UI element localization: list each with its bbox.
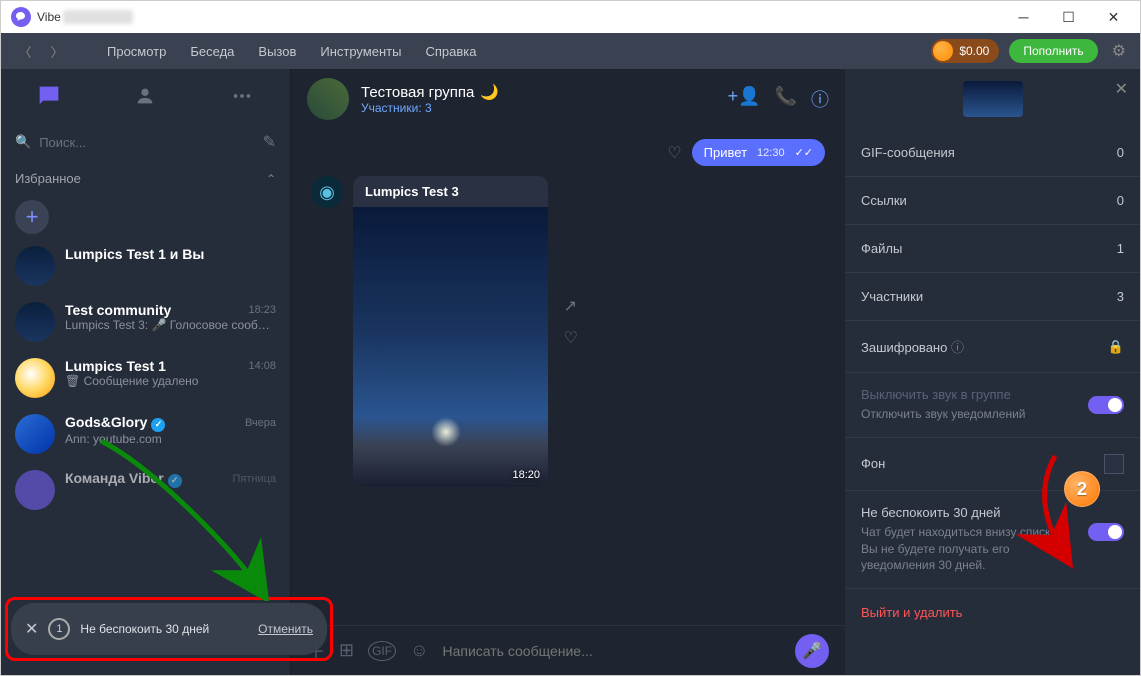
mute-toggle[interactable] (1088, 396, 1124, 414)
dnd-toggle[interactable] (1088, 523, 1124, 541)
call-icon[interactable]: 📞 (775, 86, 797, 112)
like-icon[interactable]: ♡ (667, 143, 681, 163)
menu-call[interactable]: Вызов (248, 40, 306, 63)
window-title: Vibe (37, 10, 61, 24)
tab-more[interactable] (222, 76, 262, 116)
chat-area: Тестовая группа🌙 Участники: 3 +👤 📞 ⓘ ♡ П… (291, 69, 845, 675)
topup-button[interactable]: Пополнить (1009, 39, 1097, 63)
sender-avatar[interactable]: ◉ (311, 176, 343, 208)
panel-encrypted[interactable]: Зашифровано ⓘ🔒 (845, 321, 1140, 373)
app-icon (11, 7, 31, 27)
search-icon: 🔍 (15, 134, 31, 150)
chevron-up-icon: ⌃ (266, 172, 276, 186)
info-icon: ⓘ (951, 340, 964, 355)
coin-icon (933, 41, 953, 61)
toast-text: Не беспокоить 30 дней (80, 622, 248, 636)
forward-icon[interactable]: ↗ (564, 296, 578, 316)
menu-help[interactable]: Справка (415, 40, 486, 63)
chat-item[interactable]: Test community18:23 Lumpics Test 3: 🎤 Го… (1, 294, 290, 350)
tab-contacts[interactable] (125, 76, 165, 116)
balance-pill[interactable]: $0.00 (931, 39, 999, 63)
avatar (15, 302, 55, 342)
sidebar: 🔍 Поиск... ✎ Избранное ⌃ + Lumpics Test … (1, 69, 291, 675)
panel-links[interactable]: Ссылки0 (845, 177, 1140, 225)
info-panel: ✕ GIF-сообщения0 Ссылки0 Файлы1 Участник… (845, 69, 1140, 675)
preview-image (963, 81, 1023, 117)
chat-item[interactable]: Gods&Glory✓Вчера Ann: youtube.com (1, 406, 290, 462)
input-bar: ＋ ⊞ GIF ☺ 🎤 (291, 625, 845, 675)
nav-forward[interactable]: 〉 (43, 39, 71, 63)
group-avatar[interactable] (307, 78, 349, 120)
add-favorite-button[interactable]: + (15, 200, 49, 234)
avatar (15, 358, 55, 398)
maximize-button[interactable]: ☐ (1046, 2, 1091, 32)
members-link[interactable]: Участники: 3 (361, 101, 716, 115)
nav-back[interactable]: 〈 (11, 39, 39, 63)
panel-dnd: Не беспокоить 30 дней Чат будет находить… (845, 491, 1140, 589)
panel-members[interactable]: Участники3 (845, 273, 1140, 321)
message-input[interactable] (442, 643, 781, 659)
menubar: 〈 〉 Просмотр Беседа Вызов Инструменты Сп… (1, 33, 1140, 69)
titlebar: Vibe ─ ☐ ✕ (1, 1, 1140, 33)
settings-icon[interactable]: ⚙ (1108, 37, 1130, 65)
exit-delete[interactable]: Выйти и удалить (845, 589, 1140, 636)
toast-close[interactable]: ✕ (25, 619, 38, 639)
chat-item[interactable]: Команда Viber✓Пятница (1, 462, 290, 518)
like-icon[interactable]: ♡ (564, 328, 578, 348)
chat-item[interactable]: Lumpics Test 1 и Вы (1, 238, 290, 294)
message-bubble[interactable]: Привет 12:30 ✓✓ (692, 139, 825, 166)
image-attachment[interactable]: Lumpics Test 3 18:20 (353, 176, 548, 487)
bg-swatch[interactable] (1104, 454, 1124, 474)
emoji-icon[interactable]: ☺ (410, 640, 428, 661)
panel-mute: Выключить звук в группе Отключить звук у… (845, 373, 1140, 438)
info-icon[interactable]: ⓘ (811, 86, 829, 112)
lock-icon: 🔒 (1108, 339, 1124, 355)
toast-count: 1 (48, 618, 70, 640)
verified-icon: ✓ (151, 418, 165, 432)
search-placeholder: Поиск... (39, 135, 86, 150)
search-input[interactable]: 🔍 Поиск... (15, 134, 263, 150)
moon-icon: 🌙 (480, 83, 499, 101)
mic-button[interactable]: 🎤 (795, 634, 829, 668)
panel-gif[interactable]: GIF-сообщения0 (845, 129, 1140, 177)
toast-notification: ✕ 1 Не беспокоить 30 дней Отменить (9, 601, 329, 657)
add-member-icon[interactable]: +👤 (728, 86, 761, 112)
avatar (15, 470, 55, 510)
toast-undo[interactable]: Отменить (258, 622, 313, 636)
balance-amount: $0.00 (959, 44, 989, 58)
read-icon: ✓✓ (795, 146, 813, 159)
panel-files[interactable]: Файлы1 (845, 225, 1140, 273)
compose-icon[interactable]: ✎ (263, 132, 276, 152)
gif-icon[interactable]: GIF (368, 641, 396, 661)
chat-item[interactable]: Lumpics Test 114:08 🗑 Сообщение удалено (1, 350, 290, 406)
tab-chats[interactable] (29, 76, 69, 116)
media-icon[interactable]: ⊞ (339, 640, 354, 661)
menu-view[interactable]: Просмотр (97, 40, 176, 63)
annotation-marker: 2 (1064, 471, 1100, 507)
blurred-text (63, 10, 133, 24)
verified-icon: ✓ (168, 474, 182, 488)
minimize-button[interactable]: ─ (1001, 2, 1046, 32)
avatar (15, 246, 55, 286)
menu-tools[interactable]: Инструменты (310, 40, 411, 63)
panel-close[interactable]: ✕ (1115, 79, 1128, 99)
menu-chat[interactable]: Беседа (180, 40, 244, 63)
avatar (15, 414, 55, 454)
favorites-header[interactable]: Избранное ⌃ (1, 161, 290, 196)
chat-header: Тестовая группа🌙 Участники: 3 +👤 📞 ⓘ (291, 69, 845, 129)
close-button[interactable]: ✕ (1091, 2, 1136, 32)
